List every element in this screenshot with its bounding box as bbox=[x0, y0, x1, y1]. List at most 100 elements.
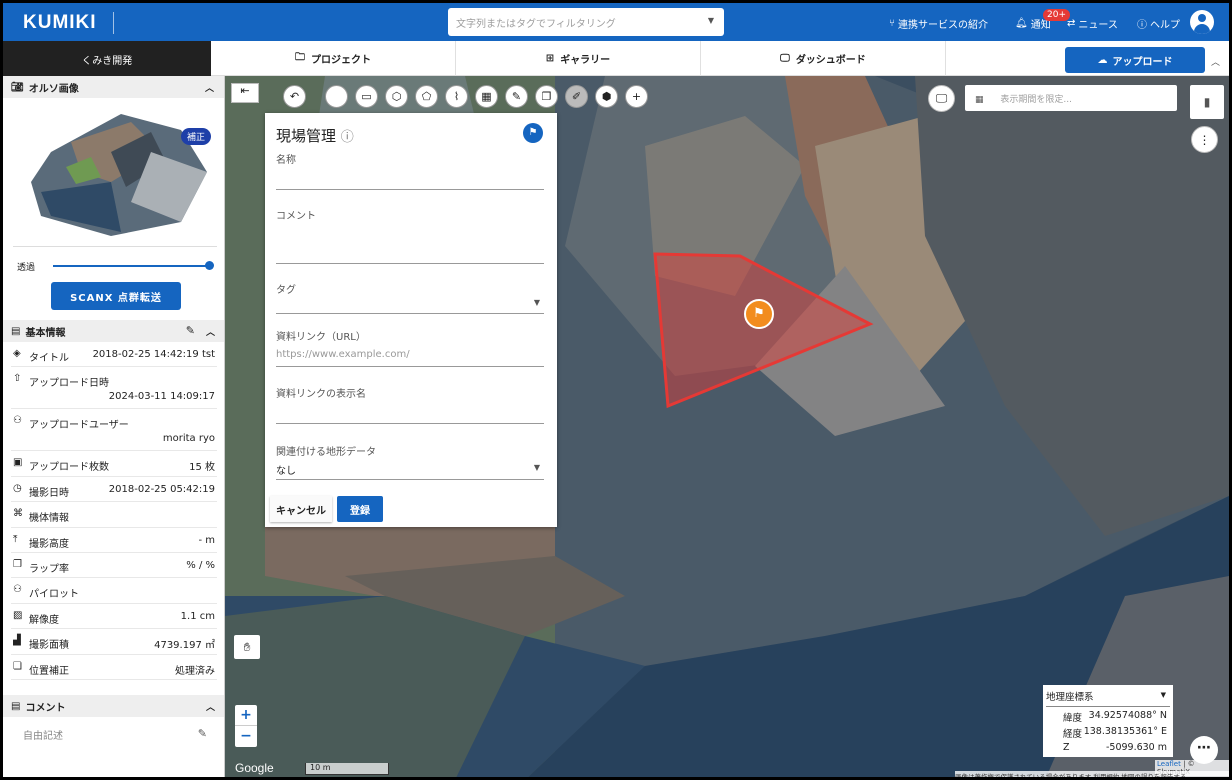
camera-icon: 📷︎ bbox=[11, 81, 24, 93]
leaflet-link[interactable]: Leaflet bbox=[1157, 760, 1181, 768]
overlap-icon: ❐ bbox=[13, 558, 22, 570]
tag-label: タグ bbox=[276, 285, 296, 296]
main-nav: くみき開発 🗀 プロジェクト ⊞ ギャラリー 🖵 ダッシュボード ☁ アップロード ︿ bbox=[3, 41, 1229, 76]
avatar[interactable] bbox=[1190, 10, 1214, 34]
ruler-icon[interactable]: ▭ bbox=[355, 85, 378, 108]
info-row: ⚇ アップロードユーザー morita ryo bbox=[11, 409, 217, 452]
annotate-icon[interactable]: ✎ bbox=[505, 85, 528, 108]
link-name-field[interactable]: 資料リンクの表示名 bbox=[276, 385, 544, 425]
slider-track[interactable] bbox=[53, 265, 209, 267]
divider bbox=[113, 12, 114, 34]
polygon-icon[interactable]: ⬠ bbox=[415, 85, 438, 108]
eraser-icon[interactable]: ✐ bbox=[565, 85, 588, 108]
opacity-label: 透過 bbox=[17, 263, 36, 273]
info-label: 撮影日時 bbox=[29, 487, 69, 499]
volume-icon[interactable]: ▦ bbox=[475, 85, 498, 108]
z-label: Z bbox=[1063, 742, 1070, 753]
comment-body[interactable]: 自由記述 ✎ bbox=[3, 717, 224, 757]
undo-icon[interactable]: ↶ bbox=[283, 85, 306, 108]
chevron-up-icon[interactable]: ︿ bbox=[205, 81, 214, 94]
tag-select[interactable]: タグ ▼ bbox=[276, 281, 544, 315]
correction-badge: 補正 bbox=[181, 128, 212, 145]
tab-projects[interactable]: 🗀 プロジェクト bbox=[211, 41, 456, 76]
more-vertical-icon[interactable]: ⋮ bbox=[1191, 126, 1218, 153]
info-value: 1.1 cm bbox=[180, 610, 215, 622]
chevron-up-icon[interactable]: ︿ bbox=[206, 700, 215, 713]
info-row: ❏ 位置補正 処理済み bbox=[11, 655, 217, 680]
divider bbox=[13, 246, 217, 247]
altitude-icon: ⤒ bbox=[13, 533, 18, 545]
monitor-icon: 🖵 bbox=[780, 53, 790, 64]
tab-label: プロジェクト bbox=[311, 55, 371, 66]
flag-marker-icon[interactable]: ⚑ bbox=[744, 299, 774, 329]
info-row: ◈ タイトル 2018-02-25 14:42:19 tst bbox=[11, 342, 217, 368]
info-label: アップロード日時 bbox=[29, 378, 109, 390]
map-layer-button[interactable]: ▮ bbox=[1190, 85, 1224, 119]
chevron-down-icon[interactable]: ▼ bbox=[534, 298, 540, 307]
comment-field[interactable]: コメント bbox=[276, 207, 544, 265]
scanx-transfer-button[interactable]: SCANX 点群転送 bbox=[51, 282, 181, 310]
info-label: アップロードユーザー bbox=[29, 420, 129, 432]
comment-section-header[interactable]: ▤ コメント ︿ bbox=[3, 695, 224, 717]
search-input[interactable]: 文字列またはタグでフィルタリング ▼ bbox=[448, 8, 724, 36]
google-attribution: 画像は著作権で保護されている場合があります 利用規約 地図の誤りを報告する bbox=[955, 771, 1229, 777]
info-value: 15 枚 bbox=[189, 462, 215, 474]
help-link[interactable]: ⓘ ヘルプ bbox=[1137, 16, 1180, 31]
info-value: % / % bbox=[186, 559, 215, 571]
cancel-button[interactable]: キャンセル bbox=[270, 496, 332, 522]
share-icon: ⑂ bbox=[889, 18, 895, 29]
workspace-name[interactable]: くみき開発 bbox=[3, 41, 211, 76]
pan-hand-icon[interactable]: ✋︎ bbox=[234, 635, 260, 659]
resolution-icon: ▨ bbox=[13, 609, 23, 621]
area-icon[interactable]: ⬡ bbox=[385, 85, 408, 108]
date-range-input[interactable]: ▦ 表示期間を限定... bbox=[965, 85, 1177, 111]
chevron-down-icon[interactable]: ▼ bbox=[534, 463, 540, 472]
zoom-out-button[interactable]: − bbox=[235, 726, 257, 747]
info-section-header[interactable]: ▤ 基本情報 ✎ ︿ bbox=[3, 320, 224, 342]
more-vertical-icon[interactable] bbox=[325, 85, 348, 108]
top-bar: KUMIKI 文字列またはタグでフィルタリング ▼ ⑂ 連携サービスの紹介 🔔︎… bbox=[3, 3, 1229, 41]
news-link[interactable]: ⇄ ニュース bbox=[1067, 16, 1118, 31]
profile-icon[interactable]: ⌇ bbox=[445, 85, 468, 108]
info-row: ⚇ パイロット bbox=[11, 578, 217, 604]
collapse-sidebar-button[interactable]: ⇤ bbox=[231, 83, 259, 103]
chevron-up-icon[interactable]: ︿ bbox=[206, 325, 215, 338]
opacity-slider[interactable]: 透過 bbox=[17, 260, 217, 274]
tab-gallery[interactable]: ⊞ ギャラリー bbox=[456, 41, 701, 76]
register-button[interactable]: 登録 bbox=[337, 496, 383, 522]
url-field[interactable]: 資料リンク（URL） https://www.example.com/ bbox=[276, 328, 544, 368]
add-icon[interactable]: + bbox=[625, 85, 648, 108]
pilot-icon: ⚇ bbox=[13, 584, 22, 596]
lon-value: 138.38135361° E bbox=[1083, 726, 1167, 737]
cube-icon[interactable]: ⬢ bbox=[595, 85, 618, 108]
services-link[interactable]: ⑂ 連携サービスの紹介 bbox=[889, 16, 988, 31]
info-row: ❐ ラップ率 % / % bbox=[11, 553, 217, 579]
slider-handle[interactable] bbox=[205, 261, 214, 270]
upload-button[interactable]: ☁ アップロード bbox=[1065, 47, 1205, 73]
name-field[interactable]: 名称 bbox=[276, 151, 544, 191]
edit-icon[interactable]: ✎ bbox=[186, 324, 195, 337]
logo[interactable]: KUMIKI bbox=[23, 12, 97, 34]
chevron-down-icon[interactable]: ▼ bbox=[1161, 691, 1166, 699]
folder-icon: 🗀 bbox=[295, 52, 305, 63]
ortho-thumbnail[interactable] bbox=[31, 112, 207, 236]
zoom-in-button[interactable]: + bbox=[235, 705, 257, 726]
news-label: ニュース bbox=[1078, 20, 1118, 31]
terrain-select[interactable]: 関連付ける地形データ なし ▼ bbox=[276, 443, 544, 483]
monitor-icon[interactable]: 🖵 bbox=[928, 85, 955, 112]
help-icon: ⓘ bbox=[1137, 20, 1147, 31]
ortho-section-header[interactable]: 📷︎ オルソ画像 ︿ bbox=[3, 76, 224, 98]
coord-system-select[interactable]: 地理座標系 ▼ bbox=[1046, 689, 1170, 707]
tab-label: ダッシュボード bbox=[795, 55, 866, 66]
help-label: ヘルプ bbox=[1150, 20, 1180, 31]
chevron-down-icon[interactable]: ▼ bbox=[708, 16, 714, 25]
help-icon[interactable]: ⓘ bbox=[341, 130, 354, 145]
notify-badge: 20+ bbox=[1043, 9, 1070, 21]
info-value: 4739.197 ㎡ bbox=[154, 640, 215, 652]
tab-dashboard[interactable]: 🖵 ダッシュボード bbox=[701, 41, 946, 76]
info-row: ▣ アップロード枚数 15 枚 bbox=[11, 451, 217, 477]
info-section: ▤ 基本情報 ✎ ︿ ◈ タイトル 2018-02-25 14:42:19 tst ⇧… bbox=[3, 320, 224, 680]
copy-icon[interactable]: ❐ bbox=[535, 85, 558, 108]
chevron-up-icon[interactable]: ︿ bbox=[1211, 55, 1220, 68]
edit-icon[interactable]: ✎ bbox=[198, 727, 207, 740]
